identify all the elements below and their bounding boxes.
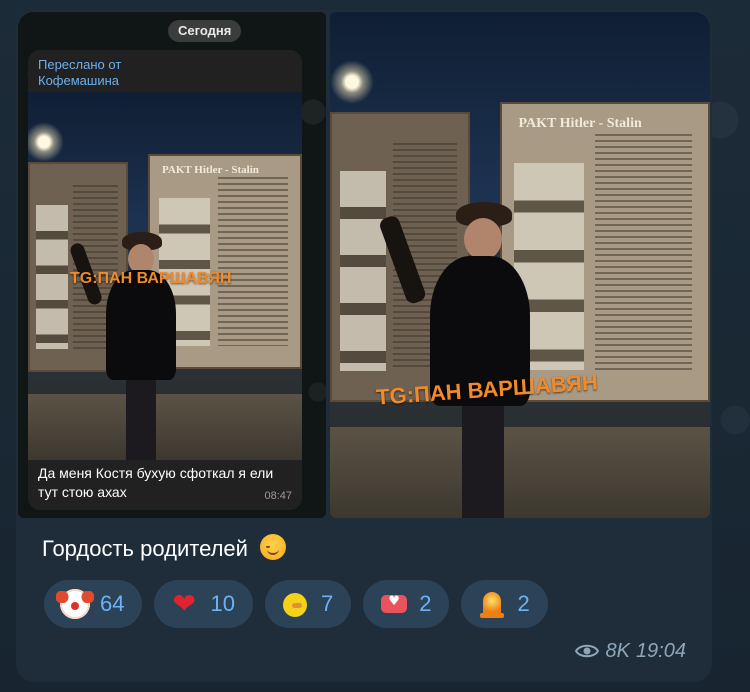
reaction-heart-message[interactable]: 2 — [363, 580, 450, 628]
eye-icon — [575, 644, 600, 658]
view-count: 8K — [605, 639, 630, 662]
forwarded-bubble: Переслано от Кофемашина PAKT Hitler - St… — [28, 50, 302, 510]
red-heart-icon — [170, 587, 200, 620]
date-badge: Сегодня — [168, 20, 242, 42]
board-photos — [340, 171, 387, 372]
forwarded-caption-text: Да меня Костя бухую сфоткал я ели тут ст… — [38, 465, 274, 500]
forwarded-photo: PAKT Hitler - Stalin TG:ПАН ВАРШАВЯН — [28, 92, 302, 460]
forwarded-time: 08:47 — [264, 490, 292, 502]
reaction-count: 2 — [419, 591, 432, 616]
board-text — [594, 133, 692, 371]
person-figure — [377, 202, 546, 518]
reaction-heart[interactable]: 10 — [154, 580, 253, 628]
forwarded-caption: Да меня Костя бухую сфоткал я ели тут ст… — [28, 460, 302, 510]
siren-icon — [477, 589, 507, 619]
forwarded-source-name: Кофемашина — [38, 73, 119, 88]
main-photo: PAKT Hitler - Stalin TG:ПАН ВАРШАВЯН — [330, 12, 710, 518]
legs — [462, 406, 504, 518]
board-photos — [35, 205, 69, 350]
reaction-count: 7 — [320, 591, 334, 616]
reactions-bar: 64 10 7 2 2 — [44, 580, 548, 628]
forwarded-header: Переслано от Кофемашина — [28, 50, 302, 92]
forwarded-from-label: Переслано от — [38, 57, 122, 72]
board-heading: PAKT Hitler - Stalin — [162, 164, 259, 177]
street-lamp — [330, 60, 374, 104]
reaction-duck[interactable]: 7 — [264, 580, 352, 628]
smiling-face-icon — [260, 534, 287, 560]
reaction-count: 10 — [210, 591, 235, 616]
clown-icon — [56, 589, 94, 619]
reaction-count: 2 — [517, 591, 530, 616]
heart-message-icon — [379, 589, 409, 619]
photo-forwarded-screenshot[interactable]: Сегодня Переслано от Кофемашина PAKT Hit… — [18, 12, 326, 518]
message-meta: 8K 19:04 — [575, 638, 686, 664]
person-figure — [68, 232, 188, 460]
board-text — [217, 177, 288, 346]
board-heading: PAKT Hitler - Stalin — [518, 115, 642, 131]
reaction-count: 64 — [100, 591, 125, 616]
head — [464, 218, 502, 260]
photo-main[interactable]: PAKT Hitler - Stalin TG:ПАН ВАРШАВЯН — [330, 12, 710, 518]
legs — [126, 380, 156, 460]
watermark-text: TG:ПАН ВАРШАВЯН — [70, 270, 232, 287]
reaction-siren[interactable]: 2 — [461, 580, 548, 628]
reaction-clown[interactable]: 64 — [44, 580, 143, 628]
message-bubble[interactable]: Сегодня Переслано от Кофемашина PAKT Hit… — [16, 10, 712, 682]
message-caption: Гордость родителей — [42, 534, 287, 564]
caption-text: Гордость родителей — [42, 536, 248, 561]
message-time: 19:04 — [635, 639, 686, 662]
duck-icon — [281, 589, 311, 619]
